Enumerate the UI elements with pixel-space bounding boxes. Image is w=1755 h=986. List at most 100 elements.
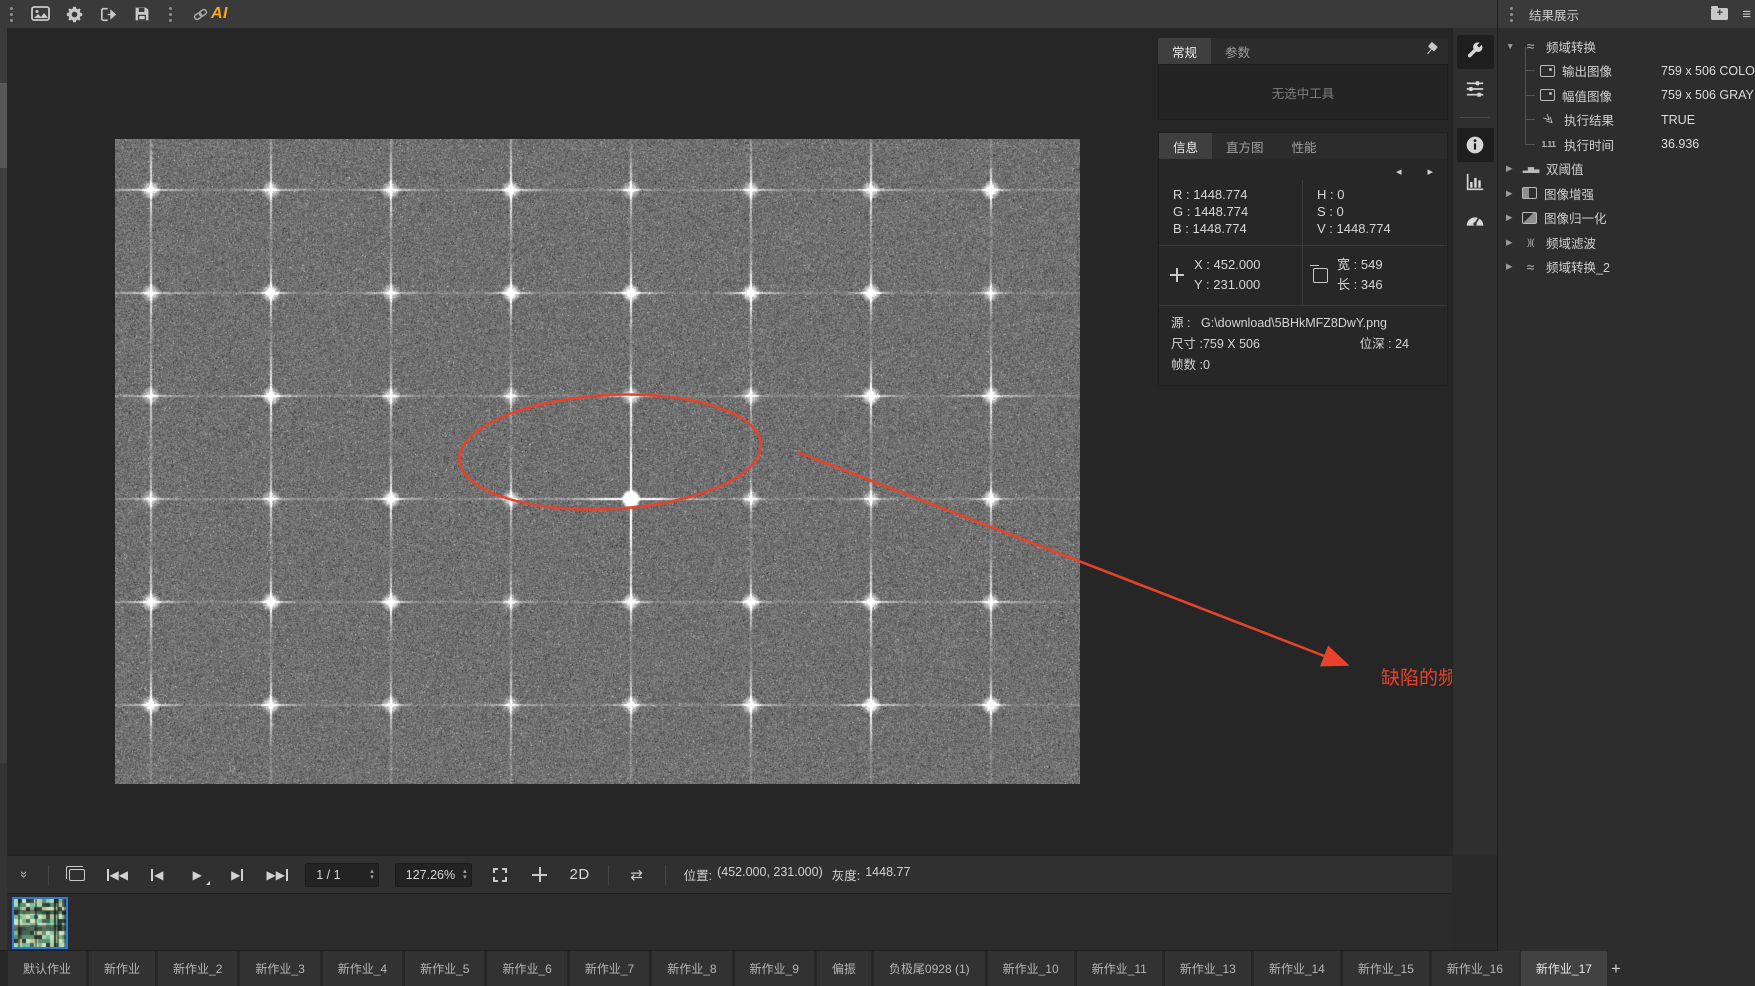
- tree-row[interactable]: ▼ 频域转换: [1498, 34, 1755, 59]
- fft-image[interactable]: [115, 139, 1080, 784]
- job-tab[interactable]: 新作业_4: [323, 951, 402, 986]
- info-button[interactable]: [1457, 128, 1494, 162]
- info-content: ◂ ▸ R1448.774G1448.774B1448.774 H0S0V144…: [1159, 159, 1447, 385]
- info-panel-tab[interactable]: 信息: [1159, 133, 1212, 159]
- tree-row[interactable]: 输出图像 759 x 506 COLOR 3: [1498, 59, 1755, 84]
- toolbar-handle-icon[interactable]: [169, 13, 172, 16]
- add-job-button[interactable]: +: [1611, 951, 1621, 986]
- fit-view-button[interactable]: [485, 862, 515, 888]
- no-tool-message: 无选中工具: [1158, 64, 1448, 120]
- job-tab[interactable]: 新作业_14: [1254, 951, 1340, 986]
- next-frame-button[interactable]: ▶: [222, 862, 252, 888]
- job-tab[interactable]: 新作业_17: [1521, 951, 1607, 986]
- tree-node-value: 759 x 506 GRAY 32: [1661, 88, 1755, 102]
- tool-panel-tab[interactable]: 参数: [1211, 38, 1264, 64]
- tree-expander-icon[interactable]: ▶: [1506, 261, 1522, 272]
- stepper-arrows-icon[interactable]: ▴▾: [463, 869, 467, 881]
- job-tab[interactable]: 默认作业: [8, 951, 86, 986]
- tool-panel-tab[interactable]: 常规: [1158, 38, 1211, 64]
- job-tab[interactable]: 新作业: [89, 951, 155, 986]
- image-thumbnail[interactable]: [12, 897, 68, 949]
- job-tab[interactable]: 新作业_3: [240, 951, 319, 986]
- open-image-button[interactable]: [26, 2, 54, 26]
- performance-button[interactable]: [1457, 202, 1494, 236]
- gray-label: 灰度:: [832, 865, 860, 884]
- tree-node-label: 输出图像: [1562, 61, 1612, 80]
- skip-start-icon: ◀◀: [107, 869, 128, 881]
- job-tab[interactable]: 新作业_13: [1165, 951, 1251, 986]
- frame-stepper[interactable]: 1 / 1 ▴▾: [305, 863, 379, 887]
- export-button[interactable]: [94, 2, 122, 26]
- job-tab[interactable]: 新作业_2: [158, 951, 237, 986]
- next-arrow-button[interactable]: ▸: [1427, 165, 1433, 178]
- tree-row[interactable]: ▶ 双阈值: [1498, 157, 1755, 182]
- stepper-arrows-icon[interactable]: ▴▾: [370, 869, 374, 881]
- save-button[interactable]: [128, 2, 156, 26]
- zoom-stepper[interactable]: 127.26% ▴▾: [395, 863, 472, 887]
- parameters-button[interactable]: [1457, 72, 1494, 106]
- tree-expander-icon[interactable]: ▶: [1506, 188, 1522, 199]
- info-panel-tab[interactable]: 直方图: [1212, 133, 1278, 159]
- tree-view-icon[interactable]: ≡: [1742, 7, 1751, 22]
- region-size-cell: 宽549长346: [1303, 246, 1447, 305]
- histogram-button[interactable]: [1457, 165, 1494, 199]
- gallery-button[interactable]: [62, 862, 92, 888]
- rgb-row: B1448.774: [1173, 220, 1302, 237]
- first-frame-button[interactable]: ◀◀: [102, 862, 132, 888]
- fullscreen-icon: [493, 868, 507, 882]
- ai-assistant-button[interactable]: AI: [192, 5, 228, 23]
- top-toolbar: AI: [0, 0, 1497, 28]
- tree-expander-icon[interactable]: ▶: [1506, 212, 1522, 223]
- job-tab[interactable]: 新作业_10: [988, 951, 1074, 986]
- settings-button[interactable]: [60, 2, 88, 26]
- tools-button[interactable]: [1457, 35, 1494, 69]
- job-tab[interactable]: 新作业_16: [1432, 951, 1518, 986]
- tree-node-value: 36.936: [1661, 137, 1699, 151]
- size-value: 759 X 506: [1203, 334, 1260, 355]
- tree-expander-icon[interactable]: ▶: [1506, 237, 1522, 248]
- job-tab[interactable]: 新作业_6: [487, 951, 566, 986]
- cursor-row: X452.000: [1194, 255, 1261, 275]
- job-tab[interactable]: 偏振: [817, 951, 871, 986]
- job-tab[interactable]: 负极尾0928 (1): [874, 951, 985, 986]
- depth-label: 位深: [1360, 337, 1395, 351]
- play-button[interactable]: ▶: [182, 862, 212, 888]
- tree-row[interactable]: 执行时间 36.936: [1498, 132, 1755, 157]
- prev-frame-button[interactable]: ◀: [142, 862, 172, 888]
- info-panel-tab[interactable]: 性能: [1278, 133, 1331, 159]
- tree-node-label: 执行结果: [1564, 110, 1614, 129]
- tree-row[interactable]: ▶ 图像增强: [1498, 181, 1755, 206]
- tool-panel: 常规 参数 无选中工具: [1158, 38, 1448, 120]
- job-tab[interactable]: 新作业_8: [652, 951, 731, 986]
- region-row: 宽549: [1337, 255, 1383, 275]
- job-tab[interactable]: 新作业_5: [405, 951, 484, 986]
- tree-row[interactable]: 幅值图像 759 x 506 GRAY 32: [1498, 83, 1755, 108]
- job-tab[interactable]: 新作业_15: [1343, 951, 1429, 986]
- prev-arrow-button[interactable]: ◂: [1396, 165, 1402, 178]
- view-mode-button[interactable]: 2D: [565, 862, 595, 888]
- tree-row[interactable]: ▶ 频域滤波: [1498, 230, 1755, 255]
- job-tab[interactable]: 新作业_9: [735, 951, 814, 986]
- image-normalize-icon: [1522, 212, 1537, 224]
- toolbar-handle-icon[interactable]: [10, 13, 13, 16]
- hsv-row: S0: [1317, 203, 1447, 220]
- tree-expander-icon[interactable]: ▶: [1506, 163, 1522, 174]
- center-view-button[interactable]: [525, 862, 555, 888]
- gauge-icon: [1465, 210, 1485, 228]
- job-tab[interactable]: 新作业_11: [1077, 951, 1162, 986]
- resize-region-icon: [1313, 268, 1328, 283]
- job-tab[interactable]: 新作业_7: [570, 951, 649, 986]
- cursor-position-cell: X452.000Y231.000: [1159, 246, 1303, 305]
- tree-expander-icon[interactable]: ▼: [1506, 41, 1522, 51]
- left-panel-handle[interactable]: [0, 28, 7, 986]
- refresh-button[interactable]: ⇄: [622, 862, 652, 888]
- add-folder-icon[interactable]: [1711, 8, 1728, 20]
- panel-handle-icon[interactable]: [1510, 13, 1513, 16]
- pin-panel-button[interactable]: [1424, 42, 1440, 58]
- collapse-strip-icon[interactable]: »: [17, 871, 32, 878]
- cursor-status: 位置: (452.000, 231.000) 灰度: 1448.77: [684, 865, 911, 884]
- tree-row[interactable]: ▶ 图像归一化: [1498, 206, 1755, 231]
- tree-row[interactable]: ▶ 频域转换_2: [1498, 255, 1755, 280]
- tree-row[interactable]: 执行结果 TRUE: [1498, 108, 1755, 133]
- last-frame-button[interactable]: ▶▶: [262, 862, 292, 888]
